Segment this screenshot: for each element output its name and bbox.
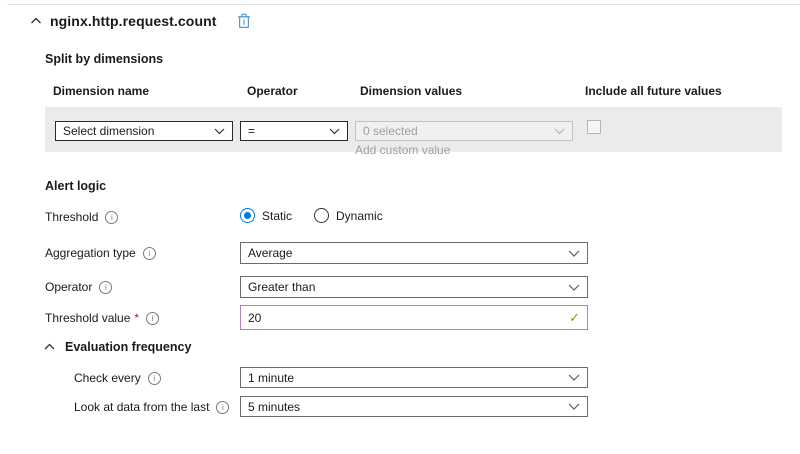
radio-circle-icon xyxy=(240,208,255,223)
aggregation-type-dropdown-value: Average xyxy=(248,246,292,260)
info-icon[interactable]: i xyxy=(143,247,156,260)
chevron-down-icon xyxy=(329,128,340,135)
aggregation-label-row: Aggregation type i xyxy=(45,246,156,260)
alert-condition-panel: nginx.http.request.count Split by dimens… xyxy=(0,0,800,454)
info-icon[interactable]: i xyxy=(105,211,118,224)
lookback-label-row: Look at data from the last i xyxy=(74,400,229,414)
include-future-values-checkbox[interactable] xyxy=(587,120,601,134)
info-icon[interactable]: i xyxy=(148,372,161,385)
operator-label-row: Operator i xyxy=(45,280,112,294)
dimension-row: Select dimension = 0 selected Add custom… xyxy=(45,107,782,152)
signal-header: nginx.http.request.count xyxy=(30,13,251,29)
radio-circle-icon xyxy=(314,208,329,223)
chevron-down-icon xyxy=(568,284,580,291)
check-every-label-row: Check every i xyxy=(74,371,161,385)
col-header-include-future-values: Include all future values xyxy=(585,84,722,98)
threshold-label: Threshold xyxy=(45,210,98,224)
check-every-dropdown[interactable]: 1 minute xyxy=(240,367,588,388)
trash-icon xyxy=(237,13,251,29)
aggregation-type-label: Aggregation type xyxy=(45,246,136,260)
col-header-operator: Operator xyxy=(247,84,298,98)
collapse-chevron-icon[interactable] xyxy=(30,15,42,27)
evaluation-frequency-title: Evaluation frequency xyxy=(65,340,191,354)
required-asterisk: * xyxy=(134,311,139,325)
info-icon[interactable]: i xyxy=(99,281,112,294)
threshold-value-field: ✓ xyxy=(240,305,588,330)
operator-dropdown-value: Greater than xyxy=(248,280,315,294)
operator-dropdown[interactable]: Greater than xyxy=(240,276,588,298)
delete-condition-button[interactable] xyxy=(237,13,251,29)
dimension-operator-dropdown[interactable]: = xyxy=(240,121,348,141)
chevron-down-icon xyxy=(568,403,580,410)
check-every-dropdown-value: 1 minute xyxy=(248,371,294,385)
threshold-type-radio-group: Static Dynamic xyxy=(240,208,588,223)
lookback-label: Look at data from the last xyxy=(74,400,209,414)
col-header-dimension-name: Dimension name xyxy=(53,84,149,98)
threshold-label-row: Threshold i xyxy=(45,210,118,224)
threshold-value-input[interactable] xyxy=(248,311,569,325)
radio-static[interactable]: Static xyxy=(240,208,292,223)
valid-check-icon: ✓ xyxy=(569,311,580,324)
split-by-dimensions-title: Split by dimensions xyxy=(45,52,163,66)
info-icon[interactable]: i xyxy=(216,401,229,414)
alert-logic-title: Alert logic xyxy=(45,179,106,193)
chevron-down-icon xyxy=(568,250,580,257)
signal-title: nginx.http.request.count xyxy=(50,13,217,29)
radio-dynamic[interactable]: Dynamic xyxy=(314,208,383,223)
chevron-down-icon xyxy=(214,128,225,135)
radio-static-label: Static xyxy=(262,209,292,223)
threshold-value-label: Threshold value xyxy=(45,311,130,325)
chevron-down-icon xyxy=(554,128,565,135)
add-custom-value-link[interactable]: Add custom value xyxy=(355,143,450,157)
lookback-dropdown-value: 5 minutes xyxy=(248,400,300,414)
evaluation-frequency-header: Evaluation frequency xyxy=(44,340,191,354)
lookback-dropdown[interactable]: 5 minutes xyxy=(240,396,588,417)
radio-dynamic-label: Dynamic xyxy=(336,209,383,223)
dimension-values-dropdown-value: 0 selected xyxy=(363,124,418,138)
operator-label: Operator xyxy=(45,280,92,294)
top-divider xyxy=(7,4,800,5)
aggregation-type-dropdown[interactable]: Average xyxy=(240,242,588,264)
dimension-values-dropdown[interactable]: 0 selected xyxy=(355,121,573,141)
dimension-name-dropdown-value: Select dimension xyxy=(63,124,154,138)
threshold-value-label-row: Threshold value * i xyxy=(45,311,159,325)
chevron-down-icon xyxy=(568,374,580,381)
check-every-label: Check every xyxy=(74,371,141,385)
col-header-dimension-values: Dimension values xyxy=(360,84,462,98)
dimension-operator-dropdown-value: = xyxy=(248,124,255,138)
info-icon[interactable]: i xyxy=(146,312,159,325)
dimension-name-dropdown[interactable]: Select dimension xyxy=(55,121,233,141)
collapse-chevron-icon[interactable] xyxy=(44,343,55,351)
